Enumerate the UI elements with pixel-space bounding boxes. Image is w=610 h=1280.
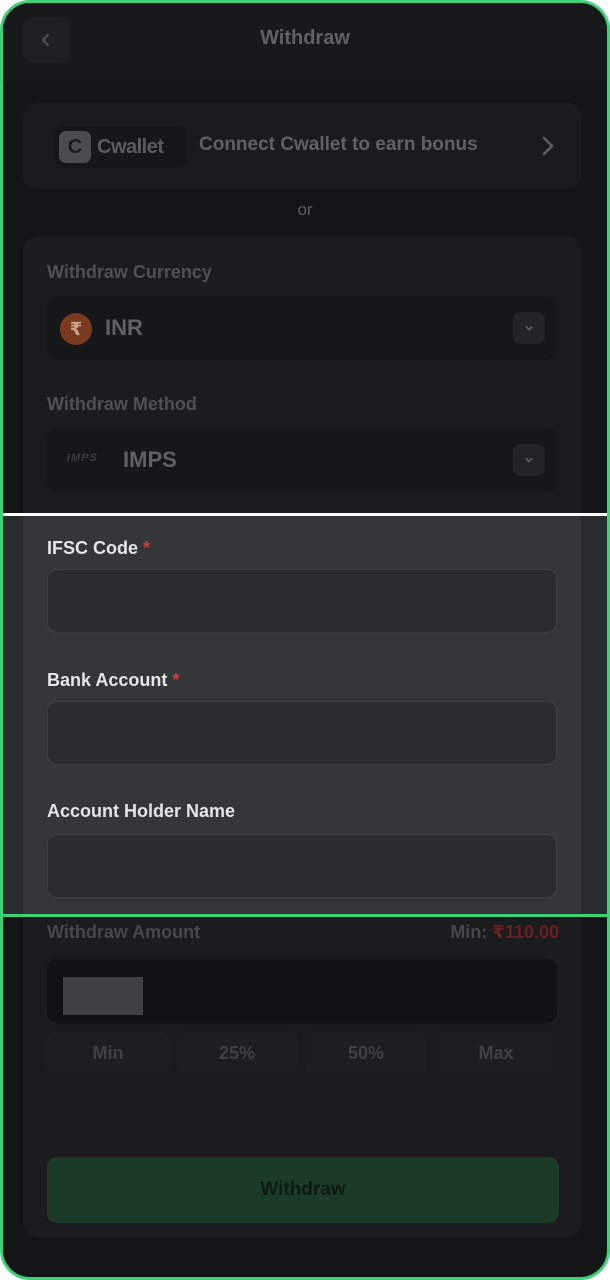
50-percent-button[interactable]: 50% — [305, 1031, 427, 1075]
chevron-down-icon — [513, 312, 545, 344]
currency-value: INR — [105, 315, 143, 340]
holder-name-label: Account Holder Name — [47, 801, 236, 821]
min-amount: Min: ₹110.00 — [450, 922, 559, 943]
amount-label: Withdraw Amount — [47, 922, 201, 942]
cwallet-brand: Cwallet — [97, 135, 164, 158]
chevron-right-icon — [542, 136, 554, 156]
ifsc-label-text: IFSC Code — [47, 538, 139, 558]
bank-account-label-text: Bank Account — [47, 670, 168, 690]
ifsc-input[interactable] — [47, 569, 557, 633]
withdraw-screen: Withdraw C Cwallet Connect Cwallet to ea… — [0, 0, 610, 1280]
cwallet-icon: C — [59, 131, 91, 163]
bank-details-section: IFSC Code * Bank Account * Account Holde… — [3, 513, 607, 917]
bank-account-input[interactable] — [47, 701, 557, 765]
max-button[interactable]: Max — [435, 1031, 557, 1075]
method-label: Withdraw Method — [47, 394, 197, 414]
method-select[interactable]: IMPS IMPS — [47, 428, 557, 492]
rupee-icon: ₹ — [60, 313, 92, 345]
imps-logo: IMPS — [67, 452, 98, 464]
top-bar: Withdraw — [3, 3, 607, 81]
cwallet-banner[interactable]: C Cwallet Connect Cwallet to earn bonus — [23, 103, 581, 189]
currency-label: Withdraw Currency — [47, 262, 212, 282]
25-percent-button[interactable]: 25% — [176, 1031, 298, 1075]
required-marker: * — [143, 538, 151, 558]
withdraw-button[interactable]: Withdraw — [47, 1157, 559, 1223]
required-marker: * — [172, 670, 180, 690]
ifsc-label: IFSC Code * — [47, 538, 150, 559]
or-divider: or — [297, 200, 313, 219]
bank-account-label: Bank Account * — [47, 670, 179, 691]
page-title: Withdraw — [260, 27, 350, 49]
min-button[interactable]: Min — [47, 1031, 169, 1075]
holder-name-input[interactable] — [47, 834, 557, 898]
amount-placeholder-block — [63, 977, 143, 1015]
min-amount-label: Min: — [450, 922, 488, 942]
cwallet-logo: C Cwallet — [55, 126, 187, 168]
currency-select[interactable]: ₹ INR — [47, 296, 557, 360]
chevron-down-icon — [513, 444, 545, 476]
min-amount-value: ₹110.00 — [492, 922, 559, 942]
amount-input[interactable] — [47, 959, 557, 1023]
cwallet-text: Connect Cwallet to earn bonus — [199, 134, 478, 155]
method-value: IMPS — [123, 447, 177, 472]
